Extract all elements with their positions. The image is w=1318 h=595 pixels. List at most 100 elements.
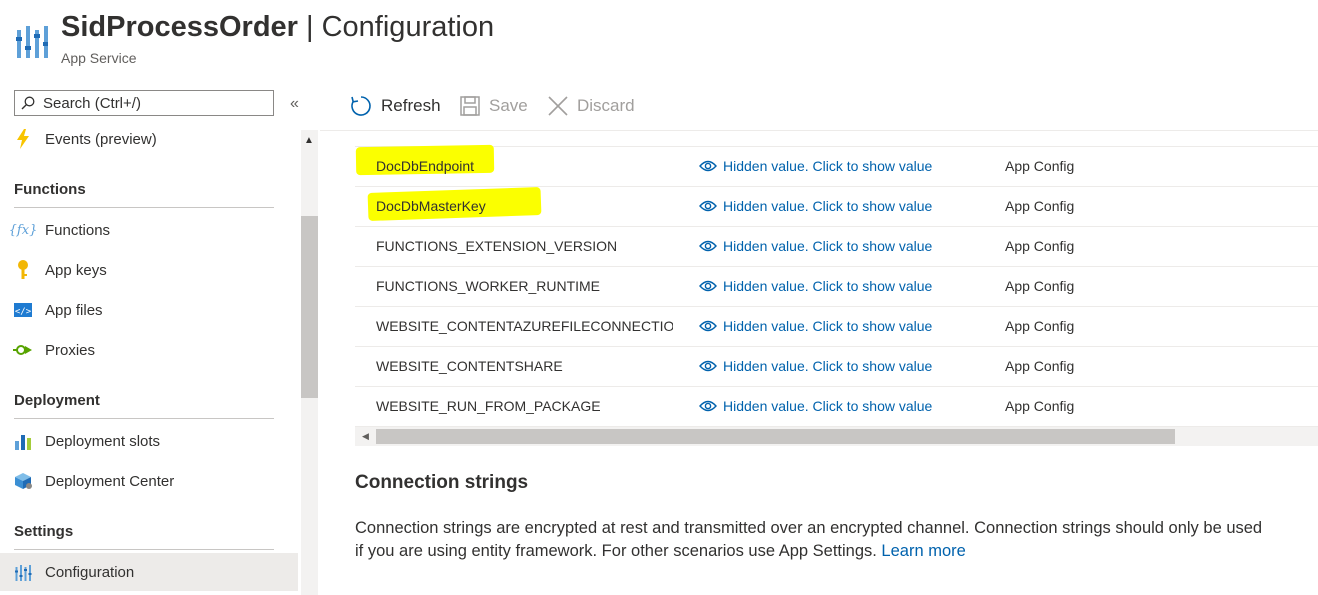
svg-text:</>: </>	[15, 307, 32, 317]
connection-strings-title: Connection strings	[355, 472, 529, 493]
hidden-value-text: Hidden value. Click to show value	[723, 198, 933, 214]
setting-source: App Config	[1005, 158, 1075, 174]
setting-name[interactable]: FUNCTIONS_EXTENSION_VERSION	[376, 238, 673, 254]
group-title-settings: Settings	[14, 523, 74, 540]
page-name: Configuration	[321, 11, 495, 43]
sidebar-item-configuration[interactable]: Configuration	[0, 553, 298, 591]
slots-icon	[13, 431, 33, 451]
resource-type: App Service	[61, 50, 137, 66]
search-box[interactable]	[14, 90, 274, 116]
show-value-link[interactable]: Hidden value. Click to show value	[699, 358, 932, 374]
setting-source: App Config	[1005, 238, 1075, 254]
sidebar-item-label: Deployment Center	[45, 472, 175, 490]
table-row[interactable]: WEBSITE_RUN_FROM_PACKAGE Hidden value. Cl…	[355, 386, 1318, 427]
eye-icon	[699, 320, 717, 332]
eye-icon	[699, 280, 717, 292]
description-line-2: if you are using entity framework. For o…	[355, 540, 1318, 563]
setting-name[interactable]: WEBSITE_RUN_FROM_PACKAGE	[376, 398, 673, 414]
table-row[interactable]: DocDbEndpoint Hidden value. Click to show…	[355, 146, 1318, 187]
setting-name[interactable]: FUNCTIONS_WORKER_RUNTIME	[376, 278, 673, 294]
deployment-center-icon	[13, 471, 33, 491]
page-title: SidProcessOrder | Configuration	[61, 11, 494, 44]
table-row[interactable]: DocDbMasterKey Hidden value. Click to sho…	[355, 186, 1318, 227]
configuration-icon	[13, 562, 33, 582]
sidebar-item-label: Functions	[45, 221, 111, 239]
hidden-value-text: Hidden value. Click to show value	[723, 238, 933, 254]
show-value-link[interactable]: Hidden value. Click to show value	[699, 318, 932, 334]
sidebar-item-events[interactable]: Events (preview)	[0, 120, 298, 158]
learn-more-link[interactable]: Learn more	[881, 542, 965, 560]
connection-strings-description: Connection strings are encrypted at rest…	[355, 517, 1318, 563]
search-icon	[21, 96, 35, 110]
refresh-button[interactable]: Refresh	[350, 92, 441, 120]
close-icon	[548, 96, 568, 116]
hidden-value-text: Hidden value. Click to show value	[723, 158, 933, 174]
description-text: if you are using entity framework. For o…	[355, 542, 882, 560]
description-line-1: Connection strings are encrypted at rest…	[355, 519, 1263, 537]
eye-icon	[699, 400, 717, 412]
save-label: Save	[489, 96, 528, 115]
scroll-left-icon[interactable]: ◀	[362, 431, 369, 442]
hidden-value-text: Hidden value. Click to show value	[723, 358, 933, 374]
save-button[interactable]: Save	[460, 92, 528, 120]
sidebar-item-label: Configuration	[45, 563, 135, 581]
proxy-icon	[13, 340, 33, 360]
sidebar-item-app-files[interactable]: </> App files	[0, 291, 298, 329]
group-title-deployment: Deployment	[14, 392, 100, 409]
discard-button[interactable]: Discard	[548, 92, 635, 120]
setting-name[interactable]: DocDbMasterKey	[376, 198, 673, 214]
show-value-link[interactable]: Hidden value. Click to show value	[699, 238, 932, 254]
show-value-link[interactable]: Hidden value. Click to show value	[699, 278, 932, 294]
sidebar-item-deployment-center[interactable]: Deployment Center	[0, 462, 298, 500]
show-value-link[interactable]: Hidden value. Click to show value	[699, 198, 932, 214]
setting-source: App Config	[1005, 198, 1075, 214]
setting-name[interactable]: WEBSITE_CONTENTAZUREFILECONNECTIONSTRING	[376, 318, 673, 334]
sidebar-item-functions[interactable]: {fx} Functions	[0, 211, 298, 249]
divider	[14, 549, 274, 550]
app-name: SidProcessOrder	[61, 11, 298, 43]
sidebar-item-app-keys[interactable]: App keys	[0, 251, 298, 289]
divider	[14, 418, 274, 419]
sidebar-item-deployment-slots[interactable]: Deployment slots	[0, 422, 298, 460]
key-icon	[13, 260, 33, 280]
eye-icon	[699, 360, 717, 372]
group-title-functions: Functions	[14, 181, 86, 198]
configuration-logo-icon	[16, 22, 49, 58]
table-horizontal-scrollbar-thumb[interactable]	[376, 429, 1175, 444]
collapse-sidebar-button[interactable]: «	[290, 95, 299, 113]
table-row[interactable]: FUNCTIONS_WORKER_RUNTIME Hidden value. Cl…	[355, 266, 1318, 307]
function-icon: {fx}	[8, 222, 38, 238]
table-row[interactable]: FUNCTIONS_EXTENSION_VERSION Hidden value.…	[355, 226, 1318, 267]
code-file-icon: </>	[13, 300, 33, 320]
title-separator: |	[297, 11, 322, 43]
setting-name[interactable]: DocDbEndpoint	[376, 158, 673, 174]
eye-icon	[699, 200, 717, 212]
divider	[14, 207, 274, 208]
sidebar-item-proxies[interactable]: Proxies	[0, 331, 298, 369]
table-row[interactable]: WEBSITE_CONTENTSHARE Hidden value. Click …	[355, 346, 1318, 387]
discard-label: Discard	[577, 96, 635, 115]
sidebar-item-label: Proxies	[45, 341, 96, 359]
hidden-value-text: Hidden value. Click to show value	[723, 318, 933, 334]
refresh-label: Refresh	[381, 96, 441, 115]
sidebar-item-label: App files	[45, 301, 103, 319]
eye-icon	[699, 160, 717, 172]
table-row[interactable]: WEBSITE_CONTENTAZUREFILECONNECTIONSTRING…	[355, 306, 1318, 347]
save-icon	[460, 96, 480, 116]
setting-source: App Config	[1005, 278, 1075, 294]
sidebar-scrollbar-thumb[interactable]	[301, 216, 318, 398]
scroll-up-icon[interactable]: ▲	[304, 135, 314, 146]
setting-name[interactable]: WEBSITE_CONTENTSHARE	[376, 358, 673, 374]
refresh-icon	[350, 95, 372, 117]
eye-icon	[699, 240, 717, 252]
sidebar-item-label: App keys	[45, 261, 107, 279]
sidebar-item-label: Events (preview)	[45, 130, 157, 148]
hidden-value-text: Hidden value. Click to show value	[723, 398, 933, 414]
setting-source: App Config	[1005, 358, 1075, 374]
show-value-link[interactable]: Hidden value. Click to show value	[699, 158, 932, 174]
show-value-link[interactable]: Hidden value. Click to show value	[699, 398, 932, 414]
hidden-value-text: Hidden value. Click to show value	[723, 278, 933, 294]
table-row-partial	[355, 127, 1318, 147]
setting-source: App Config	[1005, 318, 1075, 334]
search-input[interactable]	[43, 93, 263, 113]
